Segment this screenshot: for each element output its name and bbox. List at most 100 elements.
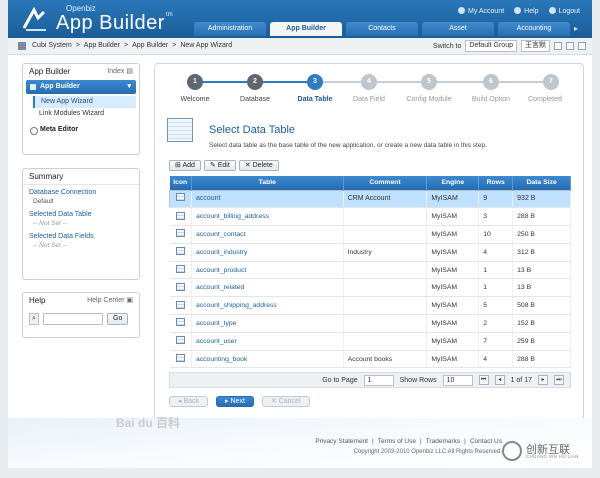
table-name-cell[interactable]: account_shipping_address — [191, 296, 344, 316]
page-select[interactable]: 1 — [363, 374, 394, 386]
step-1-label: Welcome — [180, 96, 210, 103]
tab-accounting[interactable]: Accounting — [498, 22, 570, 36]
tab-app-builder[interactable]: App Builder — [270, 22, 342, 36]
breadcrumb-separator: > — [75, 42, 80, 49]
next-page-icon[interactable]: ▸ — [538, 375, 548, 385]
back-button[interactable]: ◂ Back — [169, 396, 209, 407]
comment-cell: CRM Account — [343, 190, 428, 209]
help-link[interactable]: Help — [514, 7, 539, 15]
step-4-label: Data Field — [353, 96, 385, 103]
tabs-next-arrow-icon[interactable]: ▸ — [574, 24, 582, 34]
index-toggle[interactable]: Index ▤ — [107, 64, 133, 80]
column-header-table[interactable]: Table — [191, 176, 344, 190]
tab-asset[interactable]: Asset — [422, 22, 494, 36]
column-header-comment[interactable]: Comment — [343, 176, 428, 190]
summary-data-fields: Selected Data Fields -- Not Set -- — [29, 233, 94, 249]
baidu-watermark: Bai du 百科 — [116, 416, 181, 430]
column-header-engine[interactable]: Engine — [426, 176, 480, 190]
size-cell: 288 B — [512, 207, 571, 227]
add-button[interactable]: ⊞ Add — [169, 160, 201, 171]
table-name-cell[interactable]: accounting_book — [191, 350, 344, 369]
cancel-button[interactable]: ✕ Cancel — [261, 396, 310, 407]
sidebar-item-link-modules-wizard[interactable]: Link Modules Wizard — [33, 108, 136, 120]
top-header: Openbiz App Builder tm My Account Help L… — [8, 0, 592, 38]
user-icon — [457, 7, 465, 14]
footer-links: Privacy Statement | Terms of Use | Trade… — [315, 438, 502, 445]
table-name-cell[interactable]: account_related — [191, 278, 344, 298]
engine-cell: MyISAM — [426, 278, 480, 298]
panel-header: App Builder Index ▤ — [23, 64, 139, 80]
table-row[interactable]: account CRM Account MyISAM 9 932 B — [169, 190, 571, 209]
footer-link-privacy[interactable]: Privacy Statement — [315, 438, 368, 445]
table-row[interactable]: account_shipping_address MyISAM 5 508 B — [169, 296, 571, 316]
home-icon[interactable] — [18, 42, 26, 50]
help-center-toggle[interactable]: Help Center ▣ — [87, 293, 133, 309]
table-icon — [175, 265, 185, 274]
first-page-icon[interactable]: ⏮ — [478, 375, 489, 385]
table-name-cell[interactable]: account — [191, 190, 344, 209]
my-account-link[interactable]: My Account — [457, 7, 504, 15]
help-header: Help Help Center ▣ — [23, 293, 139, 309]
table-name-cell[interactable]: account_user — [191, 332, 344, 351]
size-cell: 508 B — [512, 296, 571, 316]
table-icon — [175, 282, 185, 291]
step-3-label: Data Table — [297, 96, 333, 103]
table-row[interactable]: account_type MyISAM 2 152 B — [169, 314, 571, 333]
table-row[interactable]: account_user MyISAM 7 259 B — [169, 332, 571, 351]
table-row[interactable]: account_contact MyISAM 10 250 B — [169, 225, 571, 244]
sidebar-item-meta-editor[interactable]: Meta Editor — [26, 124, 136, 136]
engine-cell: MyISAM — [426, 207, 480, 227]
footer-link-contact[interactable]: Contact Us — [470, 438, 502, 445]
last-page-icon[interactable]: ⏭ — [554, 375, 564, 385]
help-search-input[interactable] — [43, 313, 103, 325]
grid-icon[interactable] — [578, 42, 586, 50]
size-cell: 932 B — [512, 190, 571, 209]
column-header-rows[interactable]: Rows — [478, 176, 514, 190]
logout-link[interactable]: Logout — [548, 7, 580, 15]
sidebar-item-app-builder[interactable]: App Builder ▾ — [26, 80, 136, 94]
step-7-marker: 7 — [543, 74, 559, 90]
rows-per-page-select[interactable]: 10 — [442, 374, 473, 386]
step-6-marker: 6 — [483, 74, 499, 90]
delete-button[interactable]: ✕ Delete — [238, 160, 279, 171]
breadcrumb-item[interactable]: App Builder — [132, 42, 168, 50]
sidebar-item-new-app-wizard[interactable]: New App Wizard — [33, 96, 136, 108]
edit-button[interactable]: ✎ Edit — [203, 160, 236, 171]
breadcrumb-item[interactable]: Cubi System — [32, 42, 72, 50]
cancel-icon: ✕ — [270, 398, 279, 405]
tab-contacts[interactable]: Contacts — [346, 22, 418, 36]
brand-watermark-en: CHUANG XIN HU LIAN — [526, 454, 579, 459]
table-row[interactable]: account_industry Industry MyISAM 4 312 B — [169, 243, 571, 262]
table-name-cell[interactable]: account_contact — [191, 225, 344, 244]
table-name-cell[interactable]: account_product — [191, 261, 344, 280]
table-name-cell[interactable]: account_billing_address — [191, 207, 344, 227]
footer-link-trademarks[interactable]: Trademarks — [426, 438, 460, 445]
size-cell: 13 B — [512, 261, 571, 280]
pin-icon[interactable] — [554, 42, 562, 50]
summary-data-table: Selected Data Table -- Not Set -- — [29, 211, 92, 227]
tab-administration[interactable]: Administration — [194, 22, 266, 36]
size-cell: 288 B — [512, 350, 571, 369]
table-row[interactable]: accounting_book Account books MyISAM 4 2… — [169, 350, 571, 369]
table-name-cell[interactable]: account_industry — [191, 243, 344, 262]
breadcrumb-item[interactable]: App Builder — [84, 42, 120, 50]
delete-icon: ✕ — [244, 162, 253, 169]
column-header-icon[interactable]: Icon — [169, 176, 192, 190]
prev-page-icon[interactable]: ◂ — [494, 375, 505, 385]
layout-icon[interactable] — [566, 42, 574, 50]
table-icon — [175, 318, 185, 327]
summary-panel: Summary Database Connection Default Sele… — [22, 168, 140, 280]
table-row[interactable]: account_billing_address MyISAM 3 288 B — [169, 207, 571, 227]
next-button[interactable]: ▸ Next — [216, 396, 254, 407]
table-row[interactable]: account_product MyISAM 1 13 B — [169, 261, 571, 280]
column-header-data-size[interactable]: Data Size — [512, 176, 571, 190]
table-row[interactable]: account_related MyISAM 1 13 B — [169, 278, 571, 298]
wizard-steps: 1 2 3 4 5 6 7 Welcome Database Data Tabl… — [165, 72, 575, 104]
footer-link-terms[interactable]: Terms of Use — [378, 438, 416, 445]
group-select[interactable]: Default Group — [465, 40, 517, 52]
table-icon — [175, 211, 185, 220]
engine-cell: MyISAM — [426, 190, 480, 209]
user-select[interactable]: 王言默 — [521, 40, 550, 52]
table-name-cell[interactable]: account_type — [191, 314, 344, 333]
help-go-button[interactable]: Go — [107, 313, 129, 325]
